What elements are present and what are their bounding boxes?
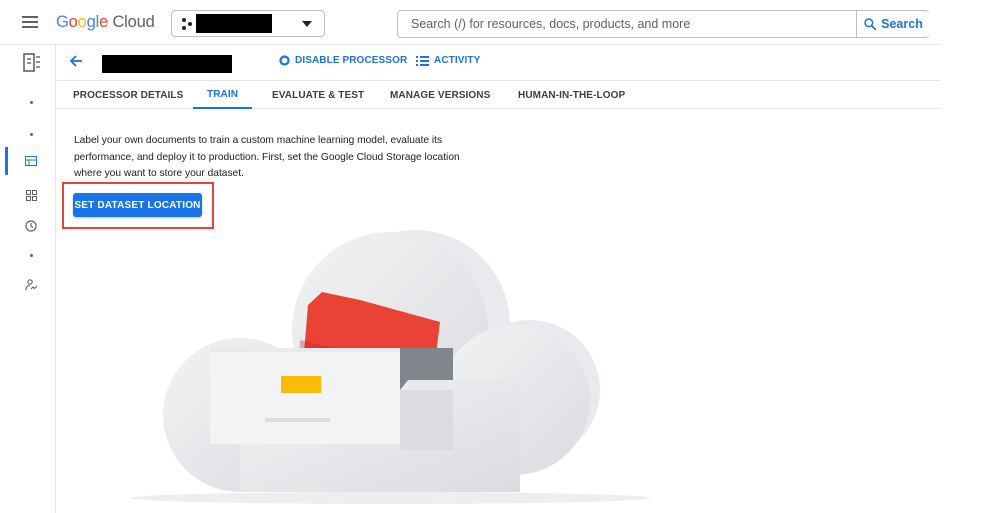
chevron-down-icon (302, 21, 312, 27)
activity-button[interactable]: ACTIVITY (416, 55, 480, 66)
processor-tabs: PROCESSOR DETAILS TRAIN EVALUATE & TEST … (57, 81, 940, 109)
dashboard-icon[interactable] (22, 152, 40, 170)
logo-letter: o (77, 13, 87, 31)
left-nav-rail (0, 45, 56, 513)
dot-icon (29, 253, 33, 257)
activity-label: ACTIVITY (434, 55, 481, 66)
grid-icon[interactable] (22, 186, 40, 204)
menu-icon[interactable] (22, 16, 38, 28)
redacted-processor-title (102, 55, 232, 73)
signature-icon[interactable] (22, 276, 40, 294)
project-picker[interactable] (171, 10, 325, 37)
google-cloud-logo[interactable]: Google Cloud (56, 13, 155, 32)
tab-evaluate-test[interactable]: EVALUATE & TEST (272, 81, 364, 109)
logo-letter: o (68, 13, 78, 31)
nav-item[interactable] (22, 246, 40, 264)
top-bar: Google Cloud Search (0, 0, 940, 45)
logo-letter: e (99, 13, 109, 31)
tab-manage-versions[interactable]: MANAGE VERSIONS (390, 81, 490, 109)
dot-icon (29, 132, 33, 136)
search-bar: Search (397, 10, 929, 38)
logo-product: Cloud (112, 13, 155, 31)
logo-letter: g (86, 13, 96, 31)
history-icon[interactable] (22, 217, 40, 235)
disable-processor-button[interactable]: DISABLE PROCESSOR (279, 55, 407, 66)
search-button-label: Search (881, 17, 923, 31)
disable-processor-label: DISABLE PROCESSOR (295, 55, 408, 66)
back-arrow-icon (69, 55, 82, 67)
document-ai-icon[interactable] (21, 51, 43, 75)
search-button[interactable]: Search (856, 11, 929, 37)
train-description: Label your own documents to train a cust… (74, 135, 460, 179)
logo-letter: G (56, 13, 69, 31)
cloud-folder-illustration (130, 230, 650, 504)
redacted-project-name (196, 14, 272, 33)
dot-icon (29, 100, 33, 104)
activity-list-icon (416, 55, 429, 66)
tab-processor-details[interactable]: PROCESSOR DETAILS (73, 81, 183, 109)
disable-icon (279, 55, 290, 66)
project-icon (182, 18, 192, 30)
search-icon (864, 18, 877, 31)
nav-item[interactable] (22, 93, 40, 111)
back-button[interactable] (69, 54, 83, 73)
processor-header: DISABLE PROCESSOR ACTIVITY (57, 45, 940, 81)
tab-human-in-the-loop[interactable]: HUMAN-IN-THE-LOOP (518, 81, 625, 109)
set-dataset-location-button[interactable]: SET DATASET LOCATION (73, 193, 202, 217)
nav-item[interactable] (22, 125, 40, 143)
search-input[interactable] (399, 12, 854, 36)
tab-train[interactable]: TRAIN (193, 81, 253, 109)
active-indicator (5, 147, 8, 175)
